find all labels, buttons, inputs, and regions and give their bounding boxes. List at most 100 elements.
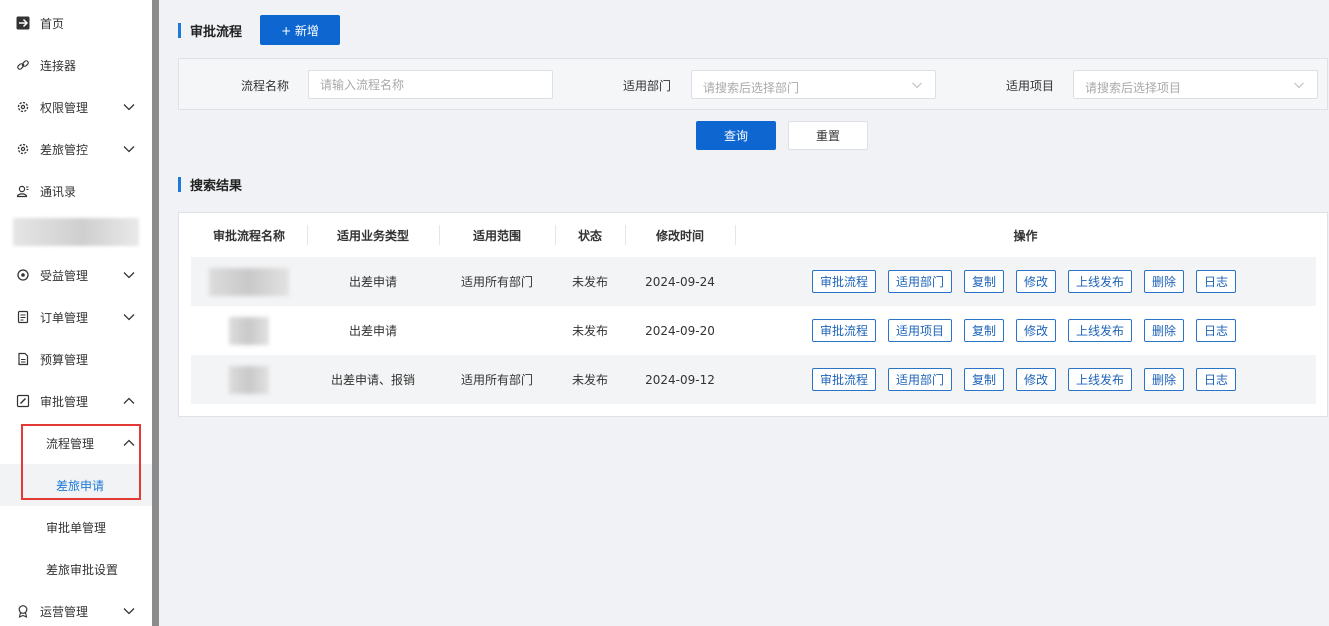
publish-button[interactable]: 上线发布 (1068, 270, 1132, 293)
sidebar-item-orders[interactable]: 订单管理 (0, 296, 152, 338)
delete-button[interactable]: 删除 (1144, 368, 1184, 391)
sidebar-item-contacts[interactable]: 通讯录 (0, 170, 152, 212)
sidebar-item-label: 预算管理 (40, 352, 89, 367)
section-marker (178, 23, 181, 38)
approval-process-button[interactable]: 审批流程 (812, 319, 876, 342)
main-content: 审批流程 + 新增 流程名称 适用部门 请搜索后选择部门 适用项目 请搜索后选择… (159, 0, 1329, 626)
project-placeholder: 请搜索后选择项目 (1085, 81, 1182, 95)
column-header: 操作 (1013, 228, 1038, 243)
copy-button[interactable]: 复制 (964, 270, 1004, 293)
sidebar-item-connector[interactable]: 连接器 (0, 44, 152, 86)
project-select[interactable]: 请搜索后选择项目 (1073, 70, 1318, 99)
status-cell: 未发布 (571, 373, 608, 387)
applicable-dept-button[interactable]: 适用部门 (888, 368, 952, 391)
column-header: 适用范围 (472, 228, 521, 243)
add-button[interactable]: + 新增 (260, 15, 340, 45)
table-row: 出差申请、报销 适用所有部门 未发布 2024-09-12 审批流程 适用部门 … (191, 355, 1316, 404)
sidebar-item-travel-application[interactable]: 差旅申请 (0, 464, 152, 506)
process-name-input[interactable] (308, 70, 553, 99)
project-label: 适用项目 (1005, 79, 1054, 93)
log-button[interactable]: 日志 (1196, 270, 1236, 293)
copy-button[interactable]: 复制 (964, 319, 1004, 342)
sidebar-item-label: 审批单管理 (46, 520, 107, 535)
modified-date-cell: 2024-09-20 (645, 323, 715, 338)
applicable-project-button[interactable]: 适用项目 (888, 319, 952, 342)
sidebar-item-travel-control[interactable]: 差旅管控 (0, 128, 152, 170)
dept-label: 适用部门 (622, 79, 671, 93)
sidebar-item-budget[interactable]: 预算管理 (0, 338, 152, 380)
sidebar-item-label: 运营管理 (40, 604, 89, 619)
chevron-down-icon (123, 608, 135, 615)
scope-cell: 适用所有部门 (460, 275, 533, 289)
edit-button[interactable]: 修改 (1016, 368, 1056, 391)
sidebar-scrollbar[interactable] (152, 0, 159, 626)
sidebar-item-benefits[interactable]: 受益管理 (0, 254, 152, 296)
column-header: 审批流程名称 (212, 228, 285, 243)
approval-process-button[interactable]: 审批流程 (812, 368, 876, 391)
department-placeholder: 请搜索后选择部门 (703, 81, 800, 95)
sidebar-item-label: 订单管理 (40, 310, 89, 325)
business-type-cell: 出差申请 (348, 275, 397, 289)
sidebar-item-label: 差旅审批设置 (46, 562, 119, 577)
page-title: 审批流程 (190, 25, 243, 40)
sidebar-item-label: 流程管理 (46, 436, 95, 451)
filter-panel: 流程名称 适用部门 请搜索后选择部门 适用项目 请搜索后选择项目 (178, 58, 1328, 110)
modified-date-cell: 2024-09-12 (645, 372, 715, 387)
badge-icon (16, 604, 30, 618)
column-header: 修改时间 (655, 228, 704, 243)
section-marker (178, 177, 181, 192)
sidebar-item-label: 首页 (40, 16, 65, 31)
edit-icon (16, 394, 30, 408)
query-button[interactable]: 查询 (696, 121, 776, 150)
redacted-name (229, 366, 269, 394)
sidebar-item-permissions[interactable]: 权限管理 (0, 86, 152, 128)
reset-button[interactable]: 重置 (788, 121, 868, 150)
edit-button[interactable]: 修改 (1016, 270, 1056, 293)
sidebar-item-operations[interactable]: 运营管理 (0, 590, 152, 626)
department-select[interactable]: 请搜索后选择部门 (691, 70, 936, 99)
coin-icon (16, 268, 30, 282)
scope-cell (439, 306, 555, 355)
publish-button[interactable]: 上线发布 (1068, 368, 1132, 391)
sidebar-item-home[interactable]: 首页 (0, 2, 152, 44)
redacted-name (229, 317, 269, 345)
redacted-name (209, 268, 289, 296)
applicable-dept-button[interactable]: 适用部门 (888, 270, 952, 293)
sidebar: 首页 连接器 权限管理 差旅管控 通讯录 受益管理 订单管理 预算管理 审批管理… (0, 0, 152, 626)
sidebar-item-label: 受益管理 (40, 268, 89, 283)
chevron-down-icon (912, 82, 922, 89)
chevron-down-icon (123, 146, 135, 153)
status-cell: 未发布 (571, 275, 608, 289)
chevron-up-icon (123, 439, 135, 446)
chevron-up-icon (123, 397, 135, 404)
redacted-item (13, 218, 139, 246)
copy-button[interactable]: 复制 (964, 368, 1004, 391)
business-type-cell: 出差申请 (348, 324, 397, 338)
sidebar-item-label: 连接器 (40, 58, 77, 73)
column-header: 适用业务类型 (336, 228, 409, 243)
table-row: 出差申请 未发布 2024-09-20 审批流程 适用项目 复制 修改 上线发布… (191, 306, 1316, 355)
gear-icon (16, 100, 30, 114)
log-button[interactable]: 日志 (1196, 368, 1236, 391)
column-header: 状态 (577, 228, 602, 243)
sidebar-item-approval[interactable]: 审批管理 (0, 380, 152, 422)
sidebar-item-process-management[interactable]: 流程管理 (0, 422, 152, 464)
edit-button[interactable]: 修改 (1016, 319, 1056, 342)
name-label: 流程名称 (240, 79, 289, 93)
app-window: 首页 连接器 权限管理 差旅管控 通讯录 受益管理 订单管理 预算管理 审批管理… (0, 0, 1329, 626)
publish-button[interactable]: 上线发布 (1068, 319, 1132, 342)
scope-cell: 适用所有部门 (460, 373, 533, 387)
chevron-down-icon (123, 104, 135, 111)
delete-button[interactable]: 删除 (1144, 270, 1184, 293)
contacts-icon (16, 184, 30, 198)
delete-button[interactable]: 删除 (1144, 319, 1184, 342)
results-title: 搜索结果 (190, 179, 243, 194)
chevron-down-icon (123, 272, 135, 279)
link-icon (16, 58, 30, 72)
gear-icon (16, 142, 30, 156)
results-table: 审批流程名称 适用业务类型 适用范围 状态 修改时间 操作 出差申请 适用所有部… (178, 212, 1328, 417)
sidebar-item-approval-forms[interactable]: 审批单管理 (0, 506, 152, 548)
approval-process-button[interactable]: 审批流程 (812, 270, 876, 293)
log-button[interactable]: 日志 (1196, 319, 1236, 342)
sidebar-item-travel-approval-settings[interactable]: 差旅审批设置 (0, 548, 152, 590)
